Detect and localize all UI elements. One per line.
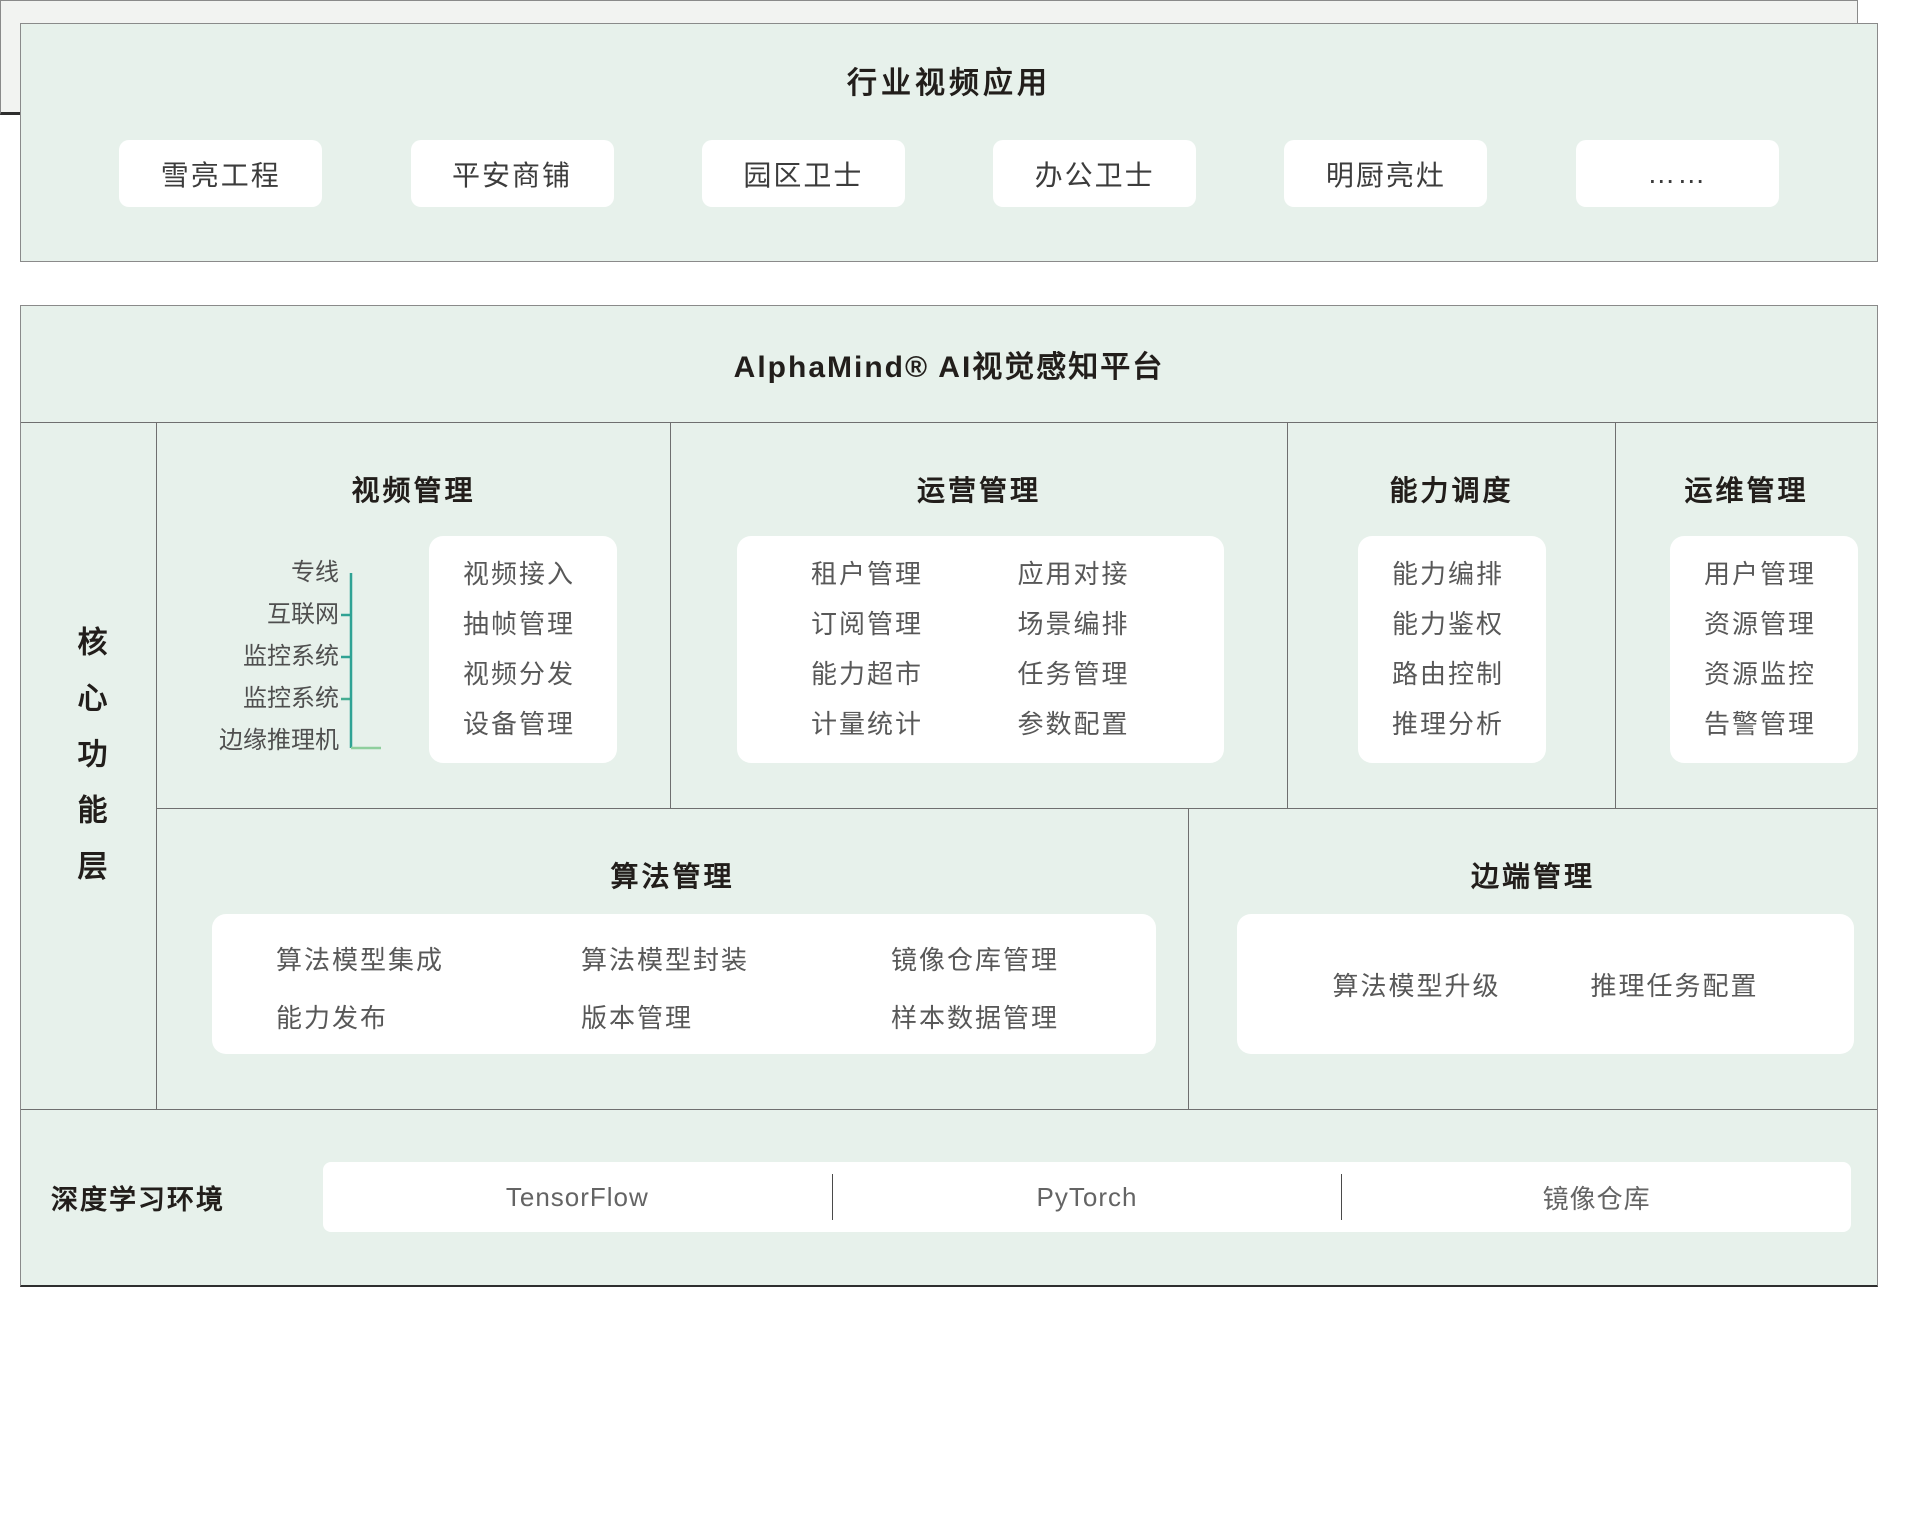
industry-apps-title: 行业视频应用 xyxy=(21,24,1877,104)
video-management-title: 视频管理 xyxy=(157,469,670,509)
operation-item: 应用对接 xyxy=(1018,549,1225,599)
edge-item: 推理任务配置 xyxy=(1591,966,1759,1003)
capability-item: 能力鉴权 xyxy=(1392,599,1546,649)
operation-item: 参数配置 xyxy=(1018,699,1225,749)
capability-item: 路由控制 xyxy=(1392,649,1546,699)
operation-item: 订阅管理 xyxy=(811,599,1018,649)
maintenance-item: 资源监控 xyxy=(1704,649,1858,699)
operation-item: 任务管理 xyxy=(1018,649,1225,699)
app-chip-bangong: 办公卫士 xyxy=(993,140,1196,207)
industry-apps-panel: 行业视频应用 雪亮工程 平安商铺 园区卫士 办公卫士 明厨亮灶 …… xyxy=(20,23,1878,262)
video-item: 视频分发 xyxy=(463,649,617,699)
video-item: 设备管理 xyxy=(463,699,617,749)
dl-item-tensorflow: TensorFlow xyxy=(323,1182,832,1213)
core-layer-label: 核心功能层 xyxy=(67,626,111,906)
video-item: 视频接入 xyxy=(463,549,617,599)
algorithm-item: 算法模型集成 xyxy=(276,938,581,983)
section-edge-management: 边端管理 算法模型升级 推理任务配置 xyxy=(1189,809,1877,1109)
app-chip-yuanqu: 园区卫士 xyxy=(702,140,905,207)
maintenance-item: 告警管理 xyxy=(1704,699,1858,749)
deep-learning-row: 深度学习环境 TensorFlow PyTorch 镜像仓库 xyxy=(21,1110,1877,1285)
algorithm-item: 版本管理 xyxy=(581,996,891,1041)
connector-lines xyxy=(341,552,431,777)
section-video-management: 视频管理 专线 互联网 监控系统 监控系统 边缘推理机 xyxy=(157,423,671,808)
algorithm-item: 算法模型封装 xyxy=(581,938,891,983)
platform-title: AlphaMind® AI视觉感知平台 xyxy=(21,306,1877,423)
video-source: 互联网 xyxy=(157,594,339,636)
operation-item: 计量统计 xyxy=(811,699,1018,749)
video-management-box: 视频接入 抽帧管理 视频分发 设备管理 xyxy=(429,536,617,763)
core-layer-label-column: 核心功能层 xyxy=(21,423,157,1109)
section-maintenance-management: 运维管理 用户管理 资源管理 资源监控 告警管理 xyxy=(1616,423,1877,808)
app-chip-more: …… xyxy=(1576,140,1779,207)
video-sources: 专线 互联网 监控系统 监控系统 边缘推理机 xyxy=(157,552,339,762)
edge-management-box: 算法模型升级 推理任务配置 xyxy=(1237,914,1854,1054)
operation-column-2: 应用对接 场景编排 任务管理 参数配置 xyxy=(1018,549,1225,763)
algorithm-item: 样本数据管理 xyxy=(891,996,1156,1041)
operation-item: 能力超市 xyxy=(811,649,1018,699)
maintenance-item: 用户管理 xyxy=(1704,549,1858,599)
video-source: 专线 xyxy=(157,552,339,594)
section-operation-management: 运营管理 租户管理 订阅管理 能力超市 计量统计 应用对接 场景编排 任务管理 xyxy=(671,423,1288,808)
maintenance-management-box: 用户管理 资源管理 资源监控 告警管理 xyxy=(1670,536,1858,763)
video-source: 监控系统 xyxy=(157,636,339,678)
algorithm-management-box: 算法模型集成 算法模型封装 镜像仓库管理 能力发布 版本管理 样本数据管理 xyxy=(212,914,1156,1054)
core-row-2: 算法管理 算法模型集成 算法模型封装 镜像仓库管理 能力发布 版本管理 样本数据… xyxy=(157,809,1877,1109)
operation-column-1: 租户管理 订阅管理 能力超市 计量统计 xyxy=(811,549,1018,763)
edge-item: 算法模型升级 xyxy=(1332,966,1500,1003)
platform-panel: AlphaMind® AI视觉感知平台 核心功能层 视频管理 专线 互联网 监控… xyxy=(20,305,1878,1287)
algorithm-management-title: 算法管理 xyxy=(157,855,1188,895)
capability-item: 推理分析 xyxy=(1392,699,1546,749)
dl-item-pytorch: PyTorch xyxy=(833,1182,1342,1213)
operation-item: 场景编排 xyxy=(1018,599,1225,649)
deep-learning-bar: TensorFlow PyTorch 镜像仓库 xyxy=(323,1162,1851,1232)
core-function-layer: 核心功能层 视频管理 专线 互联网 监控系统 监控系统 边缘推理机 xyxy=(21,423,1877,1285)
dl-item-registry: 镜像仓库 xyxy=(1342,1179,1851,1216)
algorithm-item: 镜像仓库管理 xyxy=(891,938,1156,983)
capability-scheduling-box: 能力编排 能力鉴权 路由控制 推理分析 xyxy=(1358,536,1546,763)
app-chip-mingchu: 明厨亮灶 xyxy=(1284,140,1487,207)
section-capability-scheduling: 能力调度 能力编排 能力鉴权 路由控制 推理分析 xyxy=(1288,423,1616,808)
operation-item: 租户管理 xyxy=(811,549,1018,599)
algorithm-item: 能力发布 xyxy=(276,996,581,1041)
operation-management-title: 运营管理 xyxy=(671,469,1287,509)
video-source: 边缘推理机 xyxy=(157,720,339,762)
operation-management-box: 租户管理 订阅管理 能力超市 计量统计 应用对接 场景编排 任务管理 参数配置 xyxy=(737,536,1224,763)
app-chip-pingan: 平安商铺 xyxy=(411,140,614,207)
capability-scheduling-title: 能力调度 xyxy=(1288,469,1615,509)
edge-management-title: 边端管理 xyxy=(1189,855,1877,895)
architecture-diagram: 行业视频应用 雪亮工程 平安商铺 园区卫士 办公卫士 明厨亮灶 …… Alpha… xyxy=(0,0,1920,1522)
section-algorithm-management: 算法管理 算法模型集成 算法模型封装 镜像仓库管理 能力发布 版本管理 样本数据… xyxy=(157,809,1189,1109)
video-source: 监控系统 xyxy=(157,678,339,720)
industry-apps-row: 雪亮工程 平安商铺 园区卫士 办公卫士 明厨亮灶 …… xyxy=(21,140,1877,207)
app-chip-xueliang: 雪亮工程 xyxy=(119,140,322,207)
maintenance-management-title: 运维管理 xyxy=(1616,469,1877,509)
capability-item: 能力编排 xyxy=(1392,549,1546,599)
deep-learning-label: 深度学习环境 xyxy=(51,1110,225,1285)
video-item: 抽帧管理 xyxy=(463,599,617,649)
maintenance-item: 资源管理 xyxy=(1704,599,1858,649)
core-row-1: 视频管理 专线 互联网 监控系统 监控系统 边缘推理机 xyxy=(157,423,1877,809)
